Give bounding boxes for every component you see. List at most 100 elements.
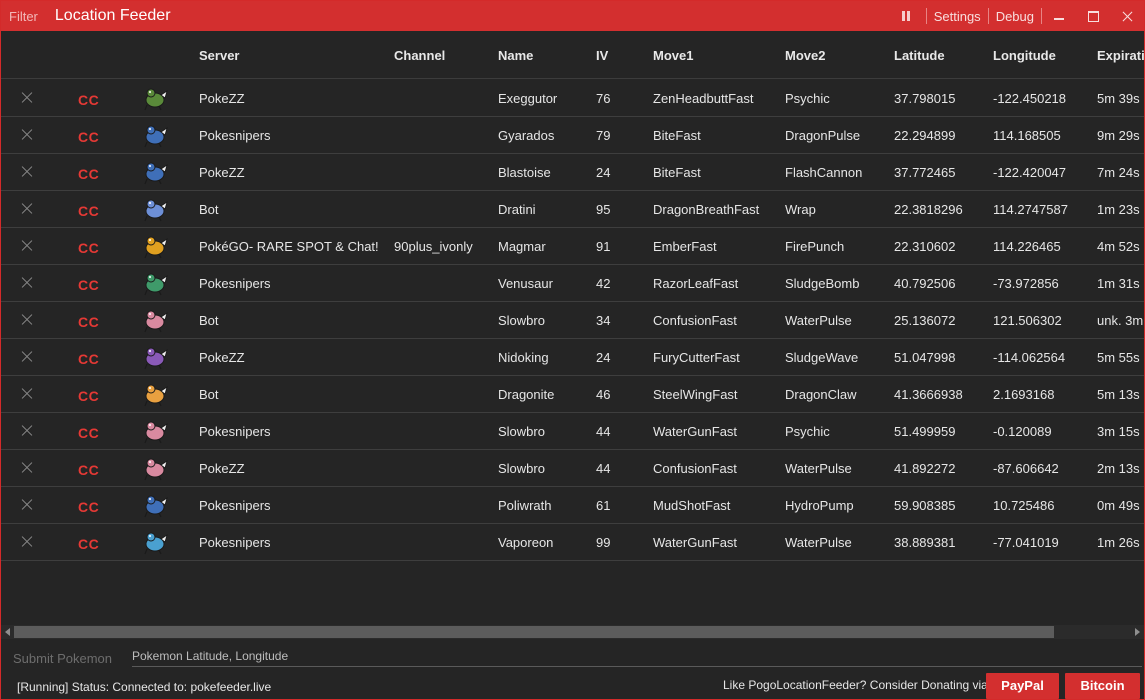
cell-latitude: 38.889381	[894, 535, 956, 550]
cell-channel: 90plus_ivonly	[394, 239, 473, 254]
filter-button[interactable]: Filter	[9, 9, 38, 24]
cell-name: Poliwrath	[498, 498, 552, 513]
close-icon[interactable]	[1110, 1, 1144, 31]
header-server[interactable]: Server	[199, 48, 239, 63]
remove-icon[interactable]	[21, 240, 33, 252]
table-row[interactable]: CC Pokesnipers Poliwrath 61 MudShotFast Hydro…	[1, 487, 1144, 524]
header-name[interactable]: Name	[498, 48, 533, 63]
cell-server: PokeZZ	[199, 461, 245, 476]
remove-icon[interactable]	[21, 203, 33, 215]
pokemon-sprite-icon	[144, 347, 168, 370]
remove-icon[interactable]	[21, 92, 33, 104]
cell-move1: RazorLeafFast	[653, 276, 739, 291]
copy-coords-button[interactable]: CC	[78, 462, 99, 478]
pokemon-sprite-icon	[144, 421, 168, 444]
cell-move1: MudShotFast	[653, 498, 731, 513]
scroll-right-icon[interactable]	[1135, 628, 1140, 636]
copy-coords-button[interactable]: CC	[78, 166, 99, 182]
copy-coords-button[interactable]: CC	[78, 314, 99, 330]
copy-coords-button[interactable]: CC	[78, 240, 99, 256]
cell-name: Magmar	[498, 239, 546, 254]
copy-coords-button[interactable]: CC	[78, 277, 99, 293]
settings-button[interactable]: Settings	[927, 9, 988, 24]
cell-move1: SteelWingFast	[653, 387, 738, 402]
cell-expiration: 1m 26s	[1097, 535, 1140, 550]
cell-move1: WaterGunFast	[653, 424, 738, 439]
horizontal-scrollbar[interactable]	[1, 625, 1144, 639]
table-row[interactable]: CC PokeZZ Slowbro 44 ConfusionFast WaterPulse…	[1, 450, 1144, 487]
pause-icon[interactable]	[896, 1, 918, 31]
cell-latitude: 59.908385	[894, 498, 956, 513]
copy-coords-button[interactable]: CC	[78, 129, 99, 145]
copy-coords-button[interactable]: CC	[78, 388, 99, 404]
cell-server: Bot	[199, 202, 219, 217]
table-row[interactable]: CC Bot Slowbro 34 ConfusionFast WaterPulse 25.…	[1, 302, 1144, 339]
cell-server: PokéGO- RARE SPOT & Chat!	[199, 239, 379, 254]
remove-icon[interactable]	[21, 129, 33, 141]
header-longitude[interactable]: Longitude	[993, 48, 1056, 63]
remove-icon[interactable]	[21, 388, 33, 400]
scrollbar-thumb[interactable]	[14, 626, 1054, 638]
remove-icon[interactable]	[21, 536, 33, 548]
table-row[interactable]: CC Pokesnipers Gyarados 79 BiteFast DragonPul…	[1, 117, 1144, 154]
header-iv[interactable]: IV	[596, 48, 608, 63]
table-row[interactable]: CC PokeZZ Nidoking 24 FuryCutterFast SludgeWa…	[1, 339, 1144, 376]
copy-coords-button[interactable]: CC	[78, 92, 99, 108]
cell-longitude: -122.420047	[993, 165, 1067, 180]
pokemon-sprite-icon	[144, 162, 168, 185]
remove-icon[interactable]	[21, 277, 33, 289]
remove-icon[interactable]	[21, 351, 33, 363]
pokemon-sprite-icon	[144, 199, 168, 222]
cell-move2: SludgeBomb	[785, 276, 860, 291]
table-row[interactable]: CC Pokesnipers Vaporeon 99 WaterGunFast Water…	[1, 524, 1144, 561]
remove-icon[interactable]	[21, 425, 33, 437]
pokemon-sprite-icon	[144, 310, 168, 333]
table-row[interactable]: CC PokeZZ Blastoise 24 BiteFast FlashCannon 37…	[1, 154, 1144, 191]
bitcoin-button[interactable]: Bitcoin	[1065, 673, 1140, 699]
cell-move1: EmberFast	[653, 239, 717, 254]
table-row[interactable]: CC Bot Dragonite 46 SteelWingFast DragonClaw 4…	[1, 376, 1144, 413]
table-row[interactable]: CC Bot Dratini 95 DragonBreathFast Wrap 22.381…	[1, 191, 1144, 228]
table-row[interactable]: CC Pokesnipers Slowbro 44 WaterGunFast Psychi…	[1, 413, 1144, 450]
cell-latitude: 25.136072	[894, 313, 956, 328]
cell-name: Slowbro	[498, 424, 545, 439]
cell-latitude: 41.892272	[894, 461, 956, 476]
header-channel[interactable]: Channel	[394, 48, 445, 63]
table-row[interactable]: CC Pokesnipers Venusaur 42 RazorLeafFast Slud…	[1, 265, 1144, 302]
copy-coords-button[interactable]: CC	[78, 351, 99, 367]
remove-icon[interactable]	[21, 314, 33, 326]
maximize-icon[interactable]	[1076, 1, 1110, 31]
cell-move2: WaterPulse	[785, 535, 852, 550]
table-row[interactable]: CC PokeZZ Exeggutor 76 ZenHeadbuttFast Psychi…	[1, 80, 1144, 117]
header-move1[interactable]: Move1	[653, 48, 693, 63]
remove-icon[interactable]	[21, 166, 33, 178]
cell-move2: Wrap	[785, 202, 816, 217]
pokemon-sprite-icon	[144, 88, 168, 111]
cell-expiration: unk. 3m	[1097, 313, 1144, 328]
header-move2[interactable]: Move2	[785, 48, 825, 63]
cell-longitude: 121.506302	[993, 313, 1062, 328]
copy-coords-button[interactable]: CC	[78, 499, 99, 515]
cell-longitude: 114.2747587	[993, 202, 1068, 217]
pokemon-sprite-icon	[144, 532, 168, 555]
cell-move1: FuryCutterFast	[653, 350, 740, 365]
cell-iv: 44	[596, 424, 611, 439]
minimize-icon[interactable]	[1042, 1, 1076, 31]
scroll-left-icon[interactable]	[5, 628, 10, 636]
header-expiration[interactable]: Expiration	[1097, 48, 1144, 63]
cell-move2: FlashCannon	[785, 165, 863, 180]
paypal-button[interactable]: PayPal	[986, 673, 1059, 699]
remove-icon[interactable]	[21, 462, 33, 474]
copy-coords-button[interactable]: CC	[78, 425, 99, 441]
table-row[interactable]: CC PokéGO- RARE SPOT & Chat! 90plus_ivonly…	[1, 228, 1144, 265]
debug-button[interactable]: Debug	[989, 9, 1041, 24]
copy-coords-button[interactable]: CC	[78, 203, 99, 219]
cell-latitude: 22.3818296	[894, 202, 963, 217]
cell-move2: Psychic	[785, 424, 830, 439]
cell-server: Pokesnipers	[199, 276, 271, 291]
cell-iv: 61	[596, 498, 611, 513]
submit-pokemon-input[interactable]	[132, 645, 1142, 667]
remove-icon[interactable]	[21, 499, 33, 511]
copy-coords-button[interactable]: CC	[78, 536, 99, 552]
header-latitude[interactable]: Latitude	[894, 48, 945, 63]
